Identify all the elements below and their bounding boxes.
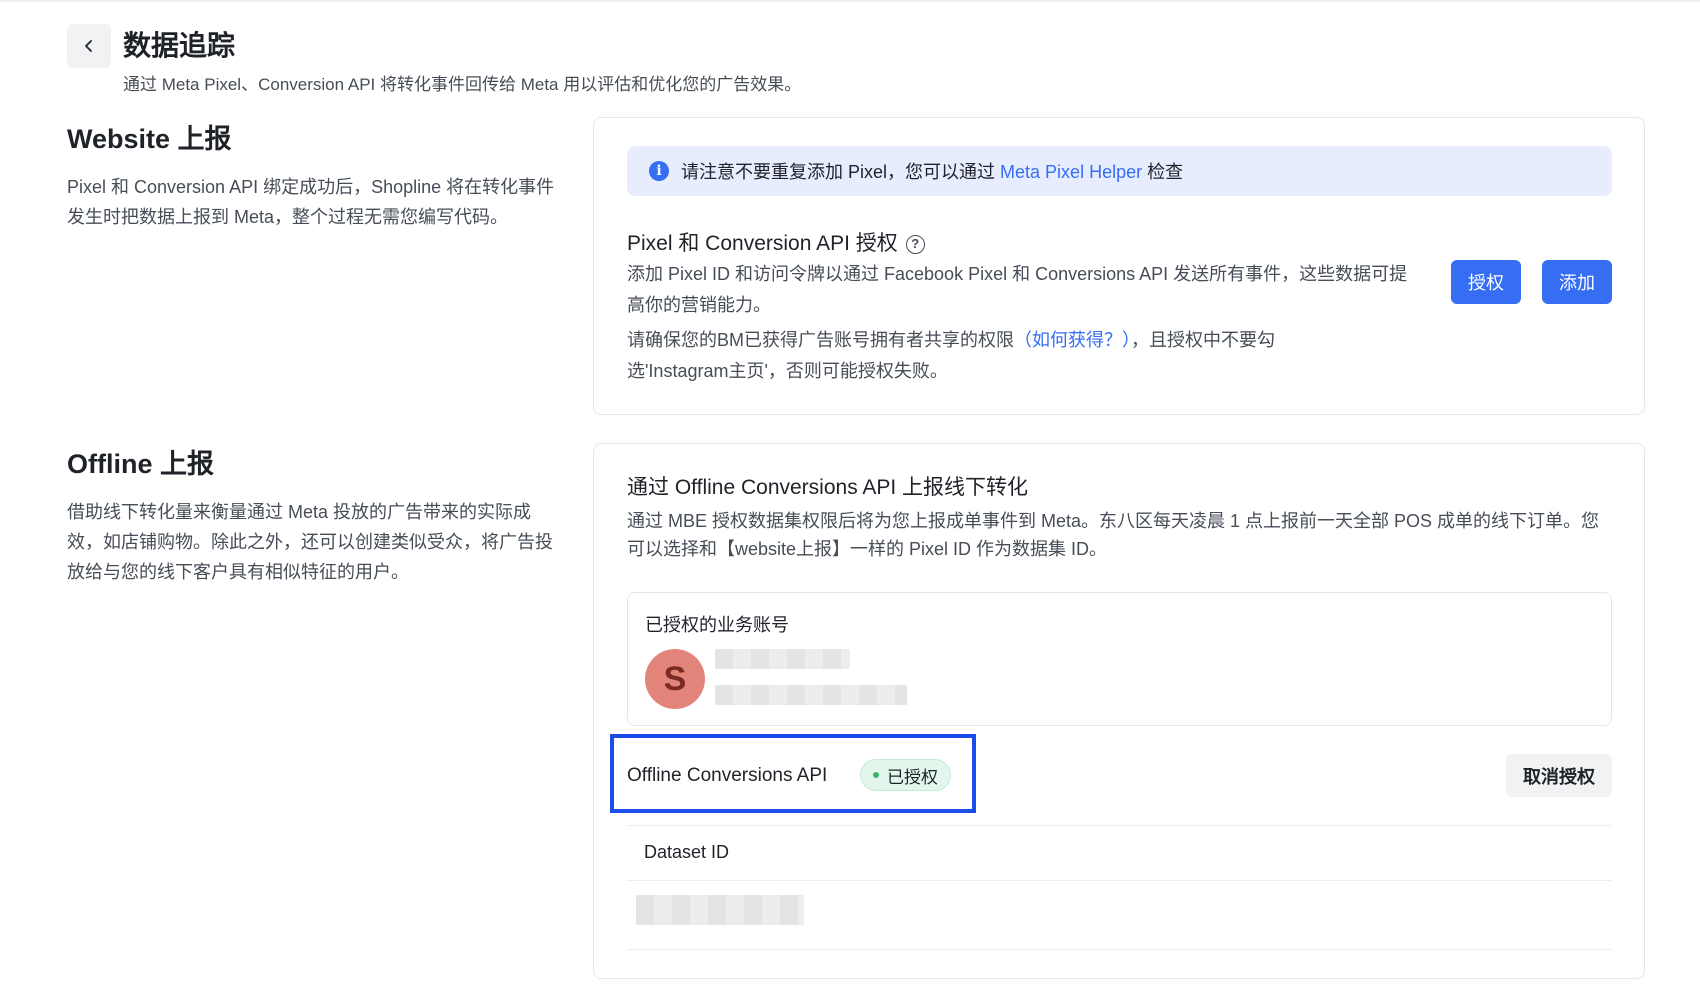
notice-text: 请注意不要重复添加 Pixel，您可以通过 Meta Pixel Helper … <box>681 162 1184 182</box>
back-button[interactable] <box>67 24 111 68</box>
how-to-get-link[interactable]: （如何获得？） <box>1014 330 1131 350</box>
offline-card-desc: 通过 MBE 授权数据集权限后将为您上报成单事件到 Meta。东八区每天凌晨 1… <box>627 511 1600 559</box>
avatar: S <box>645 649 705 709</box>
auth-title: Pixel 和 Conversion API 授权 ? <box>627 230 925 258</box>
page-subtitle: 通过 Meta Pixel、Conversion API 将转化事件回传给 Me… <box>123 75 802 94</box>
notice-banner: i 请注意不要重复添加 Pixel，您可以通过 Meta Pixel Helpe… <box>627 146 1612 196</box>
question-icon[interactable]: ? <box>905 234 925 254</box>
row-divider <box>627 880 1612 881</box>
meta-pixel-helper-link[interactable]: Meta Pixel Helper <box>1000 162 1142 182</box>
offline-section-title: Offline 上报 <box>67 449 214 479</box>
authorized-account-box: 已授权的业务账号 S <box>627 592 1612 726</box>
chevron-left-icon <box>85 40 92 52</box>
revoke-button[interactable]: 取消授权 <box>1506 754 1612 797</box>
add-button[interactable]: 添加 <box>1542 260 1612 304</box>
highlight-box <box>610 734 976 813</box>
auth-desc: 添加 Pixel ID 和访问令牌以通过 Facebook Pixel 和 Co… <box>627 264 1408 315</box>
offline-card-title: 通过 Offline Conversions API 上报线下转化 <box>627 476 1029 499</box>
page-title: 数据追踪 <box>123 30 236 61</box>
row-divider <box>627 825 1612 826</box>
offline-section-desc: 借助线下转化量来衡量通过 Meta 投放的广告带来的实际成效，如店铺购物。除此之… <box>67 502 553 582</box>
account-id-redacted <box>715 685 907 705</box>
account-label: 已授权的业务账号 <box>645 615 789 635</box>
top-divider <box>0 0 1700 2</box>
authorize-button[interactable]: 授权 <box>1451 260 1521 304</box>
account-name-redacted <box>715 649 850 669</box>
website-section-title: Website 上报 <box>67 124 232 154</box>
dataset-id-redacted <box>636 895 804 925</box>
auth-note: 请确保您的BM已获得广告账号拥有者共享的权限（如何获得？），且授权中不要勾选'I… <box>627 330 1275 381</box>
info-icon: i <box>649 161 669 181</box>
website-card: i 请注意不要重复添加 Pixel，您可以通过 Meta Pixel Helpe… <box>593 117 1645 415</box>
offline-card: 通过 Offline Conversions API 上报线下转化 通过 MBE… <box>593 443 1645 979</box>
row-divider <box>627 949 1612 950</box>
website-section-desc: Pixel 和 Conversion API 绑定成功后，Shopline 将在… <box>67 177 555 227</box>
dataset-id-label: Dataset ID <box>644 842 730 862</box>
